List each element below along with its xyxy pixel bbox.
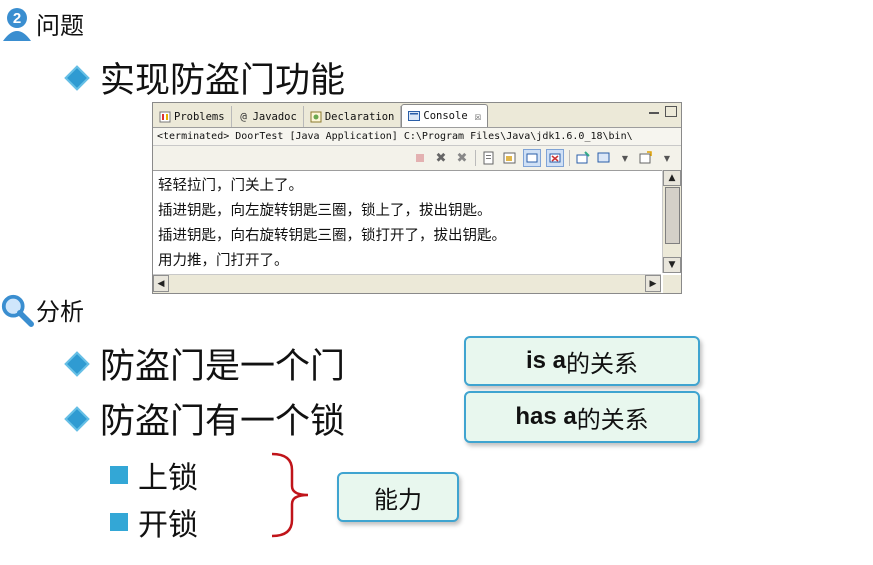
callout-text: 能力 bbox=[374, 485, 422, 514]
console-line: 用力推，门打开了。 bbox=[158, 253, 289, 269]
scroll-thumb[interactable] bbox=[665, 187, 680, 244]
remove-all-terminated-icon[interactable]: ✖ bbox=[454, 150, 470, 166]
subbullet-text: 开锁 bbox=[138, 508, 198, 543]
subbullet-lock: 上锁 bbox=[110, 453, 198, 497]
view-tab-bar: Problems @ Javadoc Declaration Console ☒ bbox=[153, 103, 681, 128]
bullet-has-a-lock: 防盗门有一个锁 bbox=[62, 393, 345, 444]
square-bullet-icon bbox=[110, 466, 128, 484]
bullet-text: 防盗门是一个门 bbox=[100, 347, 346, 387]
diamond-bullet-icon bbox=[64, 64, 90, 91]
tab-label: Problems bbox=[174, 110, 225, 123]
callout-has-a-relation: has a 的关系 bbox=[464, 391, 700, 443]
console-line: 轻轻拉门，门关上了。 bbox=[158, 178, 303, 194]
console-output[interactable]: 轻轻拉门，门关上了。 插进钥匙，向左旋转钥匙三圈，锁上了，拔出钥匙。 插进钥匙，… bbox=[153, 170, 661, 273]
tab-declaration[interactable]: Declaration bbox=[304, 106, 402, 127]
callout-ability: 能力 bbox=[337, 472, 459, 522]
new-console-pin-icon[interactable] bbox=[575, 150, 591, 166]
subbullet-text: 上锁 bbox=[138, 461, 198, 496]
analysis-header: 分析 bbox=[0, 292, 84, 327]
problems-icon bbox=[159, 111, 171, 123]
diamond-bullet-icon bbox=[64, 405, 90, 432]
callout-is-a-relation: is a 的关系 bbox=[464, 336, 700, 386]
scroll-up-arrow-icon[interactable]: ▲ bbox=[663, 170, 681, 186]
callout-en: is a bbox=[525, 347, 567, 374]
maximize-icon[interactable] bbox=[665, 106, 677, 117]
remove-launch-icon[interactable]: ✖ bbox=[433, 150, 449, 166]
diamond-bullet-icon bbox=[64, 350, 90, 377]
minimize-icon[interactable] bbox=[649, 110, 659, 114]
declaration-icon bbox=[310, 111, 322, 123]
console-toolbar: ✖ ✖ ▼ ▼ bbox=[153, 146, 681, 171]
question-header: 2 问题 bbox=[0, 6, 84, 41]
bullet-text: 防盗门有一个锁 bbox=[100, 402, 346, 442]
open-console-icon[interactable] bbox=[638, 150, 654, 166]
terminate-icon[interactable] bbox=[412, 150, 428, 166]
at-icon: @ bbox=[240, 110, 247, 123]
toolbar-separator bbox=[569, 150, 570, 166]
scroll-right-arrow-icon[interactable]: ▶ bbox=[645, 275, 661, 292]
svg-text:2: 2 bbox=[13, 10, 21, 27]
eclipse-console-view: Problems @ Javadoc Declaration Console ☒… bbox=[152, 102, 682, 294]
display-selected-console-icon[interactable] bbox=[596, 150, 612, 166]
chevron-down-icon[interactable]: ▼ bbox=[617, 150, 633, 166]
analysis-label: 分析 bbox=[36, 298, 84, 326]
scroll-down-arrow-icon[interactable]: ▼ bbox=[663, 257, 681, 273]
pin-console-icon[interactable] bbox=[523, 149, 541, 167]
subbullet-unlock: 开锁 bbox=[110, 500, 198, 544]
callout-cn: 的关系 bbox=[566, 349, 639, 378]
clear-console-icon[interactable] bbox=[481, 150, 497, 166]
bullet-is-a-door: 防盗门是一个门 bbox=[62, 338, 345, 389]
vertical-scrollbar[interactable]: ▲ ▼ bbox=[662, 170, 681, 273]
terminated-status-line: <terminated> DoorTest [Java Application]… bbox=[153, 128, 681, 146]
right-brace-icon bbox=[271, 452, 309, 538]
question-label: 问题 bbox=[36, 12, 84, 40]
show-console-icon[interactable] bbox=[546, 149, 564, 167]
tab-label: Console bbox=[423, 110, 468, 122]
console-line: 插进钥匙，向右旋转钥匙三圈，锁打开了，拔出钥匙。 bbox=[158, 228, 506, 244]
square-bullet-icon bbox=[110, 513, 128, 531]
callout-cn: 的关系 bbox=[576, 405, 649, 434]
tab-console[interactable]: Console ☒ bbox=[401, 104, 489, 127]
chevron-down-icon[interactable]: ▼ bbox=[659, 150, 675, 166]
tab-label: Javadoc bbox=[252, 110, 297, 123]
question-number-2-icon: 2 bbox=[0, 7, 34, 41]
callout-en: has a bbox=[515, 403, 577, 430]
horizontal-scrollbar[interactable]: ◀ ▶ bbox=[153, 274, 661, 293]
console-line: 插进钥匙，向左旋转钥匙三圈，锁上了，拔出钥匙。 bbox=[158, 203, 492, 219]
tab-javadoc[interactable]: @ Javadoc bbox=[232, 106, 304, 127]
bullet-text: 实现防盗门功能 bbox=[100, 61, 346, 101]
view-window-controls bbox=[649, 106, 677, 117]
scroll-lock-icon[interactable] bbox=[502, 150, 518, 166]
bullet-implement-feature: 实现防盗门功能 bbox=[62, 52, 345, 103]
close-tab-icon[interactable]: ☒ bbox=[475, 110, 482, 123]
toolbar-separator bbox=[475, 150, 476, 166]
scrollbar-corner bbox=[663, 275, 681, 293]
magnifier-icon bbox=[0, 293, 34, 327]
console-icon bbox=[408, 110, 421, 122]
tab-problems[interactable]: Problems bbox=[153, 106, 232, 127]
scroll-left-arrow-icon[interactable]: ◀ bbox=[153, 275, 169, 292]
tab-label: Declaration bbox=[324, 110, 395, 123]
